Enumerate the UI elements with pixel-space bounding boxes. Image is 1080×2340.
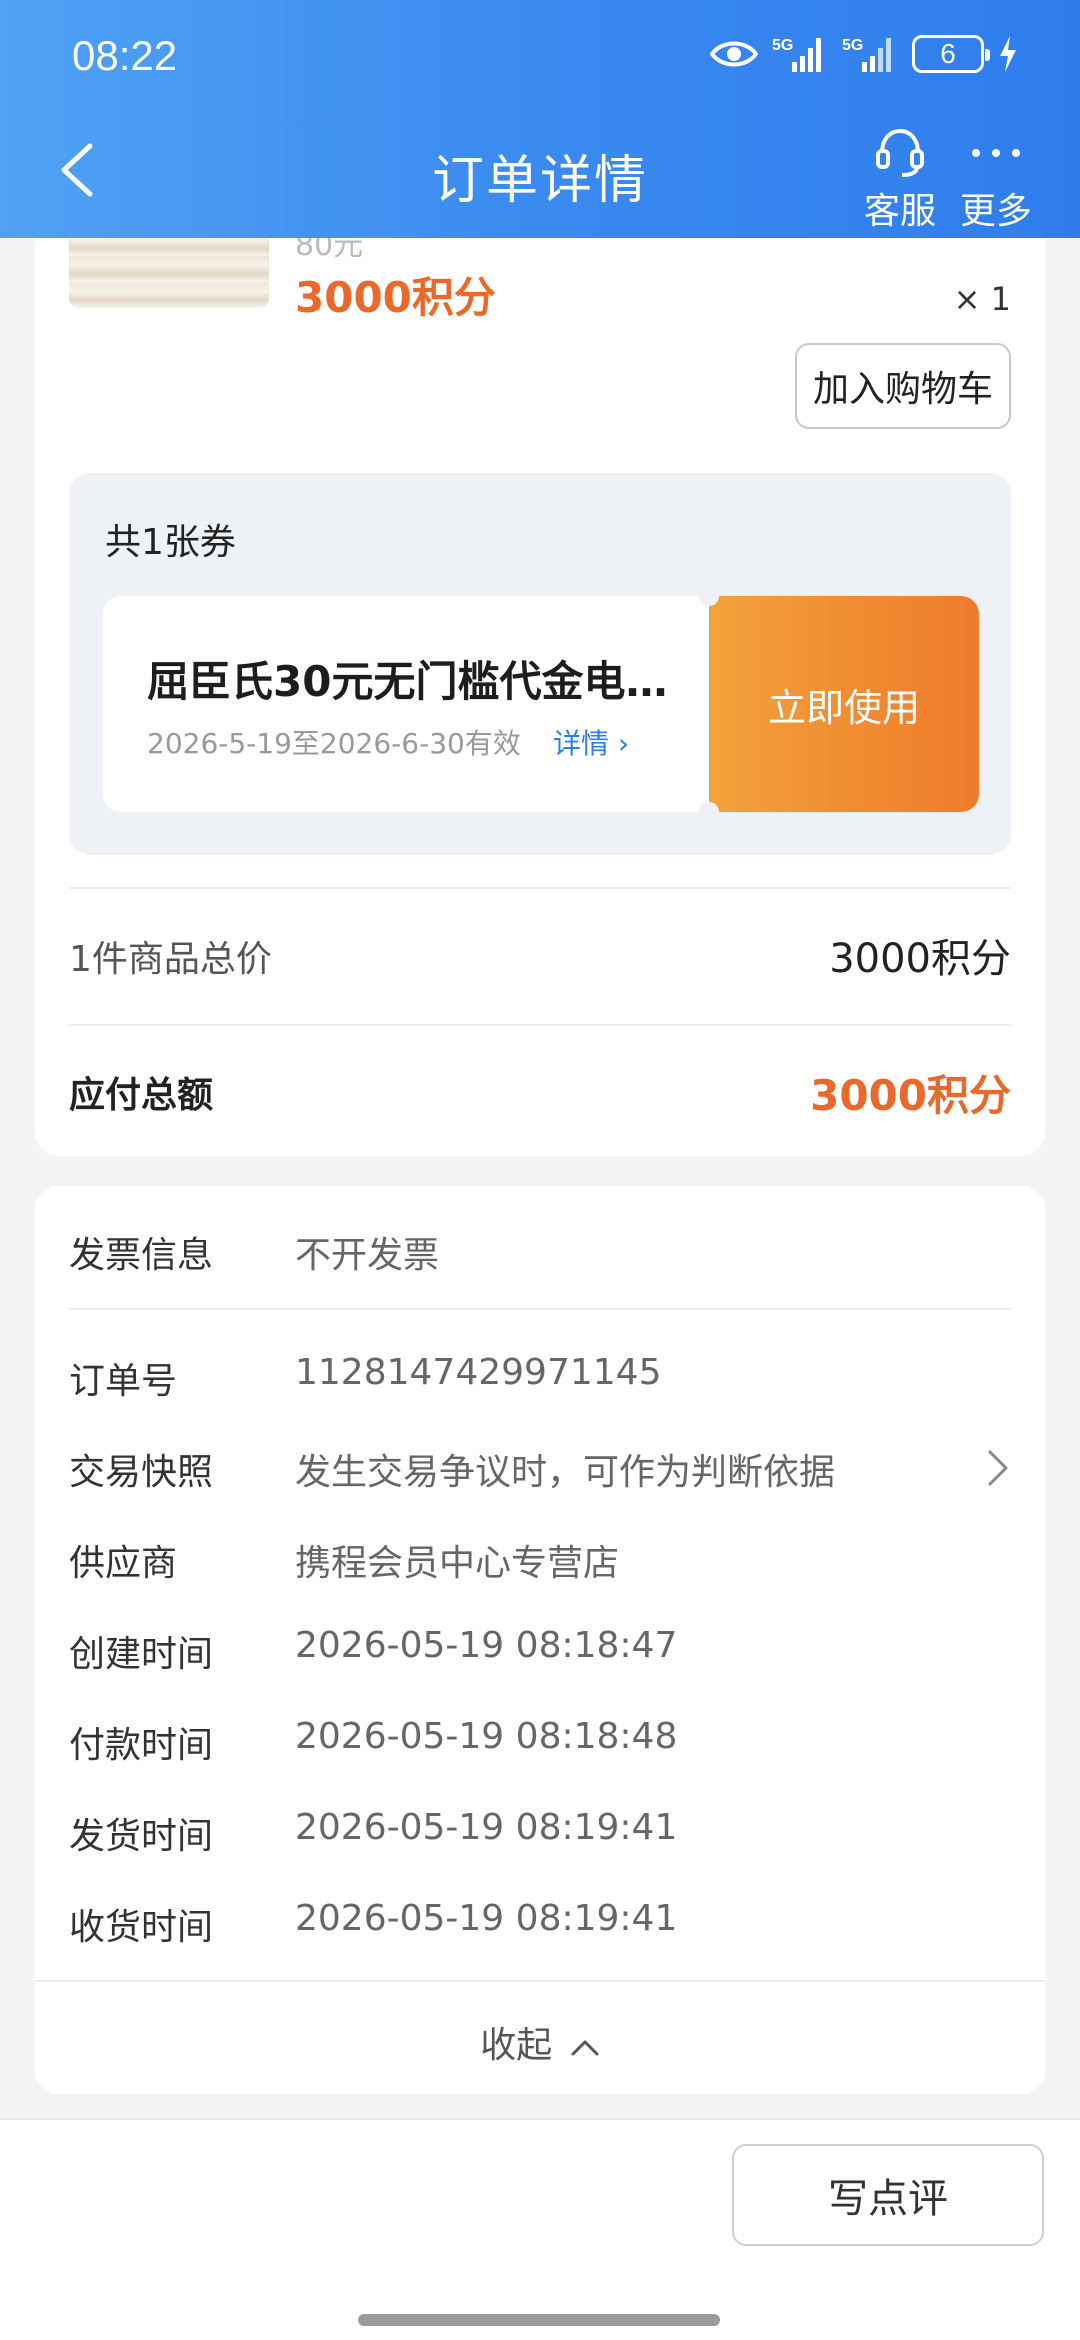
status-time: 08:22	[72, 32, 178, 79]
home-indicator[interactable]	[358, 2314, 720, 2326]
order-number-label: 订单号	[69, 1361, 178, 1402]
customer-service-label: 客服	[863, 191, 936, 232]
order-items-card: 80元 3000积分 × 1 加入购物车 共1张券 屈臣氏30元无门槛代金电… …	[35, 200, 1045, 1156]
payable-label: 应付总额	[69, 1075, 214, 1116]
more-dots-icon	[972, 149, 1020, 157]
invoice-value: 不开发票	[295, 1235, 440, 1276]
add-to-cart-button[interactable]: 加入购物车	[795, 343, 1011, 429]
paid-time-value: 2026-05-19 08:18:48	[295, 1716, 678, 1757]
bottom-action-bar: 写点评	[0, 2118, 1080, 2340]
use-now-label: 立即使用	[767, 685, 920, 730]
coupon-info: 屈臣氏30元无门槛代金电… 2026-5-19至2026-6-30有效 详情 ›	[103, 596, 709, 812]
svg-text:5G: 5G	[772, 37, 793, 54]
divider	[69, 887, 1011, 889]
battery-icon: 6	[912, 35, 990, 73]
chevron-up-icon	[571, 2040, 599, 2056]
divider	[35, 1980, 1045, 1982]
status-icons: 5G 5G 6	[710, 34, 1018, 74]
received-time-label: 收货时间	[69, 1907, 214, 1948]
shipped-time-value: 2026-05-19 08:19:41	[295, 1807, 678, 1848]
coupon-card: 屈臣氏30元无门槛代金电… 2026-5-19至2026-6-30有效 详情 ›…	[103, 586, 979, 822]
write-review-button[interactable]: 写点评	[732, 2144, 1044, 2246]
coupon-detail-link[interactable]: 详情 ›	[553, 722, 629, 762]
created-time-value: 2026-05-19 08:18:47	[295, 1625, 678, 1666]
divider	[69, 1024, 1011, 1026]
product-quantity: × 1	[953, 280, 1011, 318]
eye-icon	[710, 41, 758, 67]
coupon-count: 共1张券	[105, 522, 236, 563]
invoice-label: 发票信息	[69, 1235, 214, 1276]
created-time-label: 创建时间	[69, 1634, 214, 1675]
coupon-section: 共1张券 屈臣氏30元无门槛代金电… 2026-5-19至2026-6-30有效…	[69, 473, 1011, 855]
headset-icon	[876, 128, 924, 177]
paid-time-label: 付款时间	[69, 1725, 214, 1766]
received-time-value: 2026-05-19 08:19:41	[295, 1898, 678, 1939]
order-info-card: 发票信息 不开发票 订单号 1128147429971145 交易快照 发生交易…	[35, 1186, 1045, 2094]
more-button[interactable]: 更多	[956, 124, 1036, 234]
shipped-time-label: 发货时间	[69, 1816, 214, 1857]
charging-icon	[1000, 36, 1016, 72]
signal-5g-icon: 5G	[772, 37, 821, 72]
product-price: 3000积分	[295, 273, 496, 322]
coupon-validity: 2026-5-19至2026-6-30有效	[147, 727, 521, 760]
coupon-title: 屈臣氏30元无门槛代金电…	[147, 657, 668, 706]
coupon-notch-bottom	[699, 802, 719, 822]
chevron-right-icon	[988, 1450, 1008, 1486]
customer-service-button[interactable]: 客服	[860, 124, 940, 234]
product-image[interactable]	[69, 230, 269, 308]
goods-total-value: 3000积分	[829, 936, 1011, 982]
top-bar: 08:22 5G 5G 6 订单详情 客服 更多	[0, 0, 1080, 238]
battery-level: 6	[940, 38, 956, 69]
trade-snapshot-value: 发生交易争议时，可作为判断依据	[295, 1452, 836, 1493]
divider	[69, 1308, 1011, 1310]
more-label: 更多	[959, 191, 1032, 232]
signal-5g-icon-2: 5G	[842, 37, 891, 72]
collapse-label: 收起	[480, 2025, 553, 2066]
supplier-value: 携程会员中心专营店	[295, 1543, 620, 1584]
trade-snapshot-label: 交易快照	[69, 1452, 214, 1493]
coupon-notch-top	[699, 586, 719, 606]
use-now-button[interactable]: 立即使用	[709, 596, 979, 812]
order-number-value: 1128147429971145	[295, 1352, 662, 1393]
collapse-button[interactable]: 收起	[35, 2016, 1045, 2068]
payable-value: 3000积分	[810, 1071, 1011, 1120]
goods-total-label: 1件商品总价	[69, 939, 272, 980]
svg-text:5G: 5G	[842, 37, 863, 54]
supplier-label: 供应商	[69, 1543, 178, 1584]
